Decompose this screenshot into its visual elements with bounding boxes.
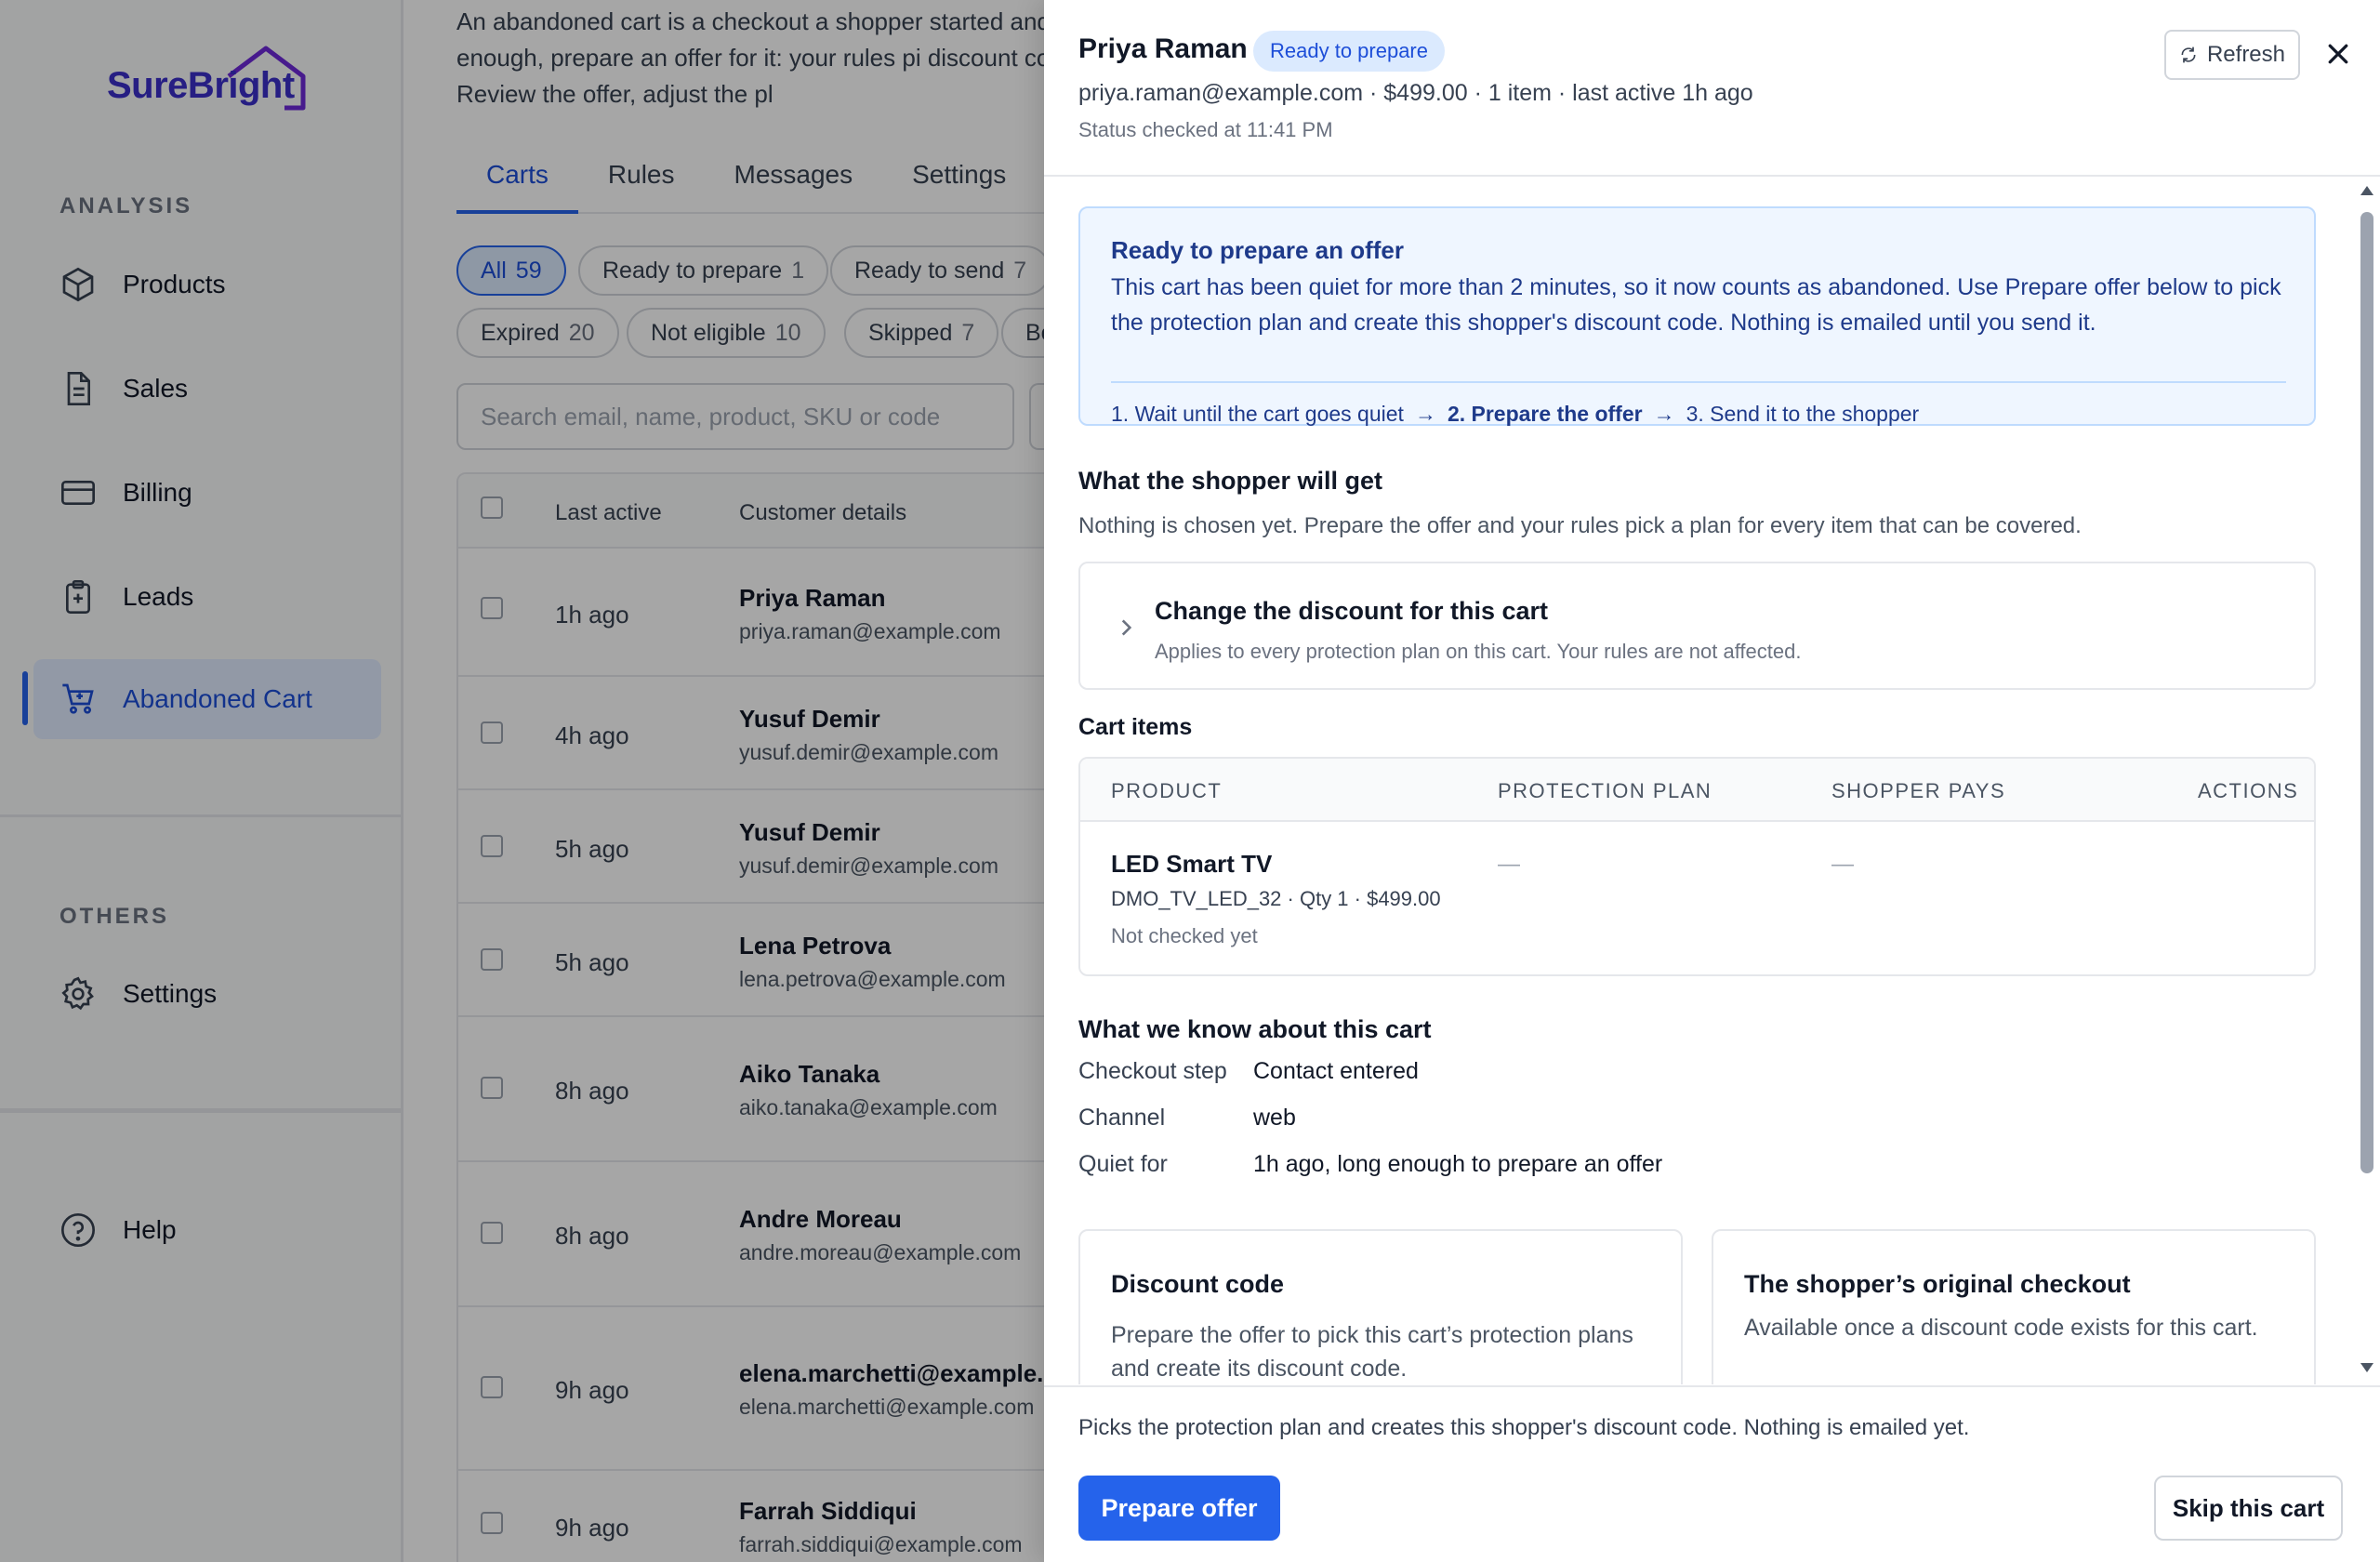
column-header-protection-plan: PROTECTION PLAN (1498, 779, 1712, 802)
cart-items-header: PRODUCT PROTECTION PLAN SHOPPER PAYS ACT… (1080, 759, 2314, 822)
modal-backdrop[interactable] (0, 0, 1044, 1562)
change-discount-title: Change the discount for this cart (1155, 597, 1549, 625)
fact-key: Quiet for (1078, 1151, 1168, 1177)
progress-steps: 1. Wait until the cart goes quiet → 2. P… (1111, 402, 1919, 427)
original-checkout-text: Available once a discount code exists fo… (1744, 1315, 2258, 1341)
column-header-product: PRODUCT (1111, 779, 1223, 802)
shopper-gets-text: Nothing is chosen yet. Prepare the offer… (1078, 513, 2082, 538)
panel-body: Ready to prepare an offer This cart has … (1044, 179, 2380, 1384)
fact-checkout-step: Checkout step Contact entered (1078, 1058, 1419, 1085)
section-title-what-we-know: What we know about this cart (1078, 1015, 1432, 1043)
skip-cart-button[interactable]: Skip this cart (2154, 1476, 2343, 1541)
step-1: 1. Wait until the cart goes quiet (1111, 402, 1404, 426)
item-shopper-pays: — (1831, 852, 1854, 877)
fact-value: web (1253, 1105, 1296, 1131)
arrow-icon: → (1414, 402, 1436, 426)
info-title: Ready to prepare an offer (1111, 236, 1404, 264)
item-meta: DMO_TV_LED_32 · Qty 1 · $499.00 (1111, 887, 1441, 910)
cart-summary: priya.raman@example.com · $499.00 · 1 it… (1078, 80, 1753, 106)
cart-detail-panel: Priya Raman Ready to prepare priya.raman… (1044, 0, 2380, 1562)
section-title-cart-items: Cart items (1078, 714, 1193, 740)
scrollbar-thumb[interactable] (2360, 212, 2373, 1173)
scroll-up-arrow-icon (2360, 186, 2373, 195)
discount-code-title: Discount code (1111, 1270, 1285, 1298)
info-text: This cart has been quiet for more than 2… (1111, 274, 2281, 336)
status-checked-time: Status checked at 11:41 PM (1078, 118, 1333, 141)
refresh-icon (2181, 46, 2196, 63)
info-callout: Ready to prepare an offer This cart has … (1078, 206, 2316, 426)
discount-code-text: Prepare the offer to pick this cart’s pr… (1111, 1322, 1633, 1382)
panel-footer: Picks the protection plan and creates th… (1044, 1385, 2380, 1562)
arrow-icon: → (1653, 402, 1675, 426)
step-2-current: 2. Prepare the offer (1447, 402, 1643, 426)
column-header-actions: ACTIONS (2198, 779, 2299, 802)
info-divider (1111, 381, 2286, 383)
fact-key: Checkout step (1078, 1058, 1227, 1084)
change-discount-toggle[interactable]: Change the discount for this cart Applie… (1078, 562, 2316, 690)
step-3: 3. Send it to the shopper (1686, 402, 1920, 426)
column-header-shopper-pays: SHOPPER PAYS (1831, 779, 2006, 802)
item-plan: — (1498, 852, 1520, 877)
original-checkout-title: The shopper’s original checkout (1744, 1270, 2131, 1298)
fact-value: 1h ago, long enough to prepare an offer (1253, 1151, 1663, 1177)
close-button[interactable] (2316, 32, 2360, 76)
fact-key: Channel (1078, 1105, 1166, 1131)
fact-quiet-for: Quiet for 1h ago, long enough to prepare … (1078, 1151, 1662, 1178)
refresh-label: Refresh (2206, 42, 2286, 67)
change-discount-subtitle: Applies to every protection plan on this… (1155, 640, 1802, 663)
customer-name: Priya Raman (1078, 33, 1248, 64)
footer-hint: Picks the protection plan and creates th… (1078, 1415, 1970, 1440)
close-icon (2328, 44, 2348, 64)
panel-header: Priya Raman Ready to prepare priya.raman… (1044, 0, 2380, 177)
scroll-down-arrow-icon (2360, 1363, 2373, 1372)
item-status: Not checked yet (1111, 924, 1258, 947)
original-checkout-card: The shopper’s original checkout Availabl… (1712, 1229, 2316, 1384)
prepare-offer-button[interactable]: Prepare offer (1078, 1476, 1280, 1541)
section-title-shopper-gets: What the shopper will get (1078, 467, 1383, 495)
app: SureBright ANALYSIS Products Sales Billi… (0, 0, 2380, 1562)
discount-code-card: Discount code Prepare the offer to pick … (1078, 1229, 1683, 1384)
fact-value: Contact entered (1253, 1058, 1419, 1084)
status-badge: Ready to prepare (1253, 31, 1445, 72)
fact-channel: Channel web (1078, 1105, 1296, 1132)
cart-items-table: PRODUCT PROTECTION PLAN SHOPPER PAYS ACT… (1078, 757, 2316, 976)
chevron-right-icon (1121, 619, 1132, 636)
item-name: LED Smart TV (1111, 850, 1273, 878)
refresh-button[interactable]: Refresh (2164, 30, 2300, 80)
